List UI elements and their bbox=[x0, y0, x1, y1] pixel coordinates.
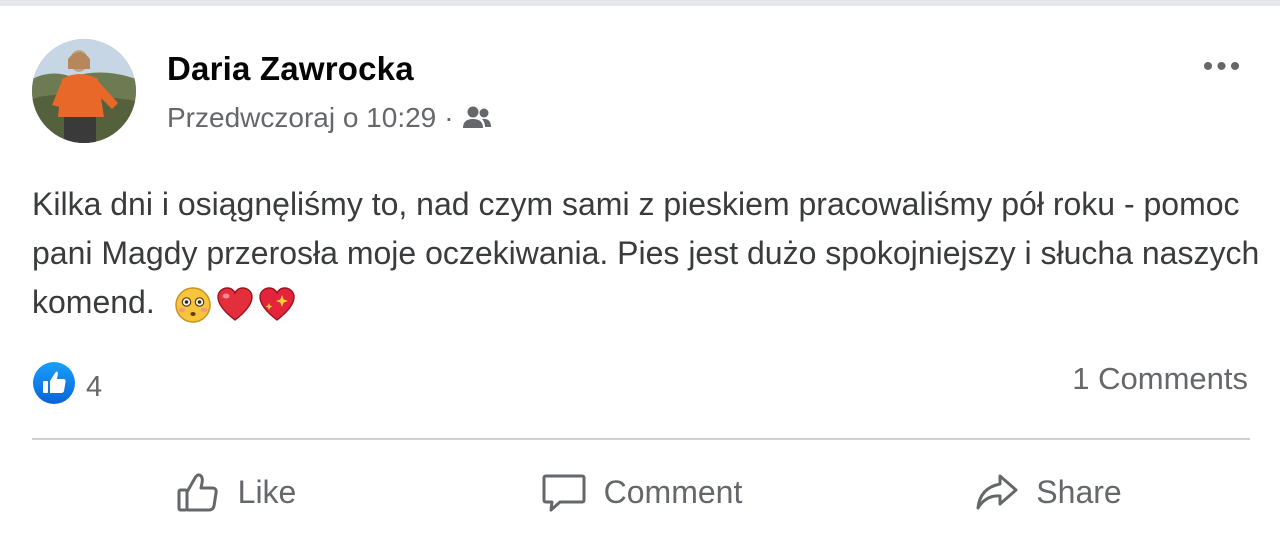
share-label: Share bbox=[1036, 473, 1122, 510]
comment-button[interactable]: Comment bbox=[438, 448, 844, 536]
like-button[interactable]: Like bbox=[32, 448, 438, 536]
like-label: Like bbox=[237, 473, 297, 510]
like-reaction-icon bbox=[33, 362, 75, 404]
action-bar: Like Comment Share bbox=[32, 448, 1250, 536]
post-card: Daria Zawrocka Przedwczoraj o 10:29 · ••… bbox=[0, 6, 1280, 535]
comment-label: Comment bbox=[603, 473, 743, 510]
avatar[interactable] bbox=[32, 39, 136, 143]
share-arrow-icon bbox=[976, 474, 1018, 510]
sparkling-heart-emoji bbox=[258, 286, 295, 321]
author-name[interactable]: Daria Zawrocka bbox=[167, 50, 414, 88]
thumbs-up-icon bbox=[177, 473, 218, 512]
reactions-summary[interactable]: 4 bbox=[32, 361, 102, 405]
divider bbox=[32, 438, 1250, 440]
avatar-photo bbox=[32, 39, 136, 143]
share-button[interactable]: Share bbox=[844, 448, 1250, 536]
meta-separator: · bbox=[444, 102, 454, 133]
post-text: Kilka dni i osiągnęliśmy to, nad czym sa… bbox=[32, 180, 1262, 327]
emoji-row bbox=[174, 286, 296, 324]
flushed-face-emoji bbox=[174, 286, 211, 323]
speech-bubble-icon bbox=[542, 474, 586, 512]
post-timestamp[interactable]: Przedwczoraj o 10:29 bbox=[167, 102, 436, 134]
post-meta: Przedwczoraj o 10:29 · bbox=[167, 102, 493, 134]
more-options-button[interactable]: ••• bbox=[1196, 50, 1250, 84]
comments-count-link[interactable]: 1 Comments bbox=[1072, 361, 1248, 397]
friends-icon[interactable] bbox=[461, 104, 493, 132]
reaction-count: 4 bbox=[86, 370, 103, 403]
red-heart-emoji bbox=[216, 286, 253, 321]
